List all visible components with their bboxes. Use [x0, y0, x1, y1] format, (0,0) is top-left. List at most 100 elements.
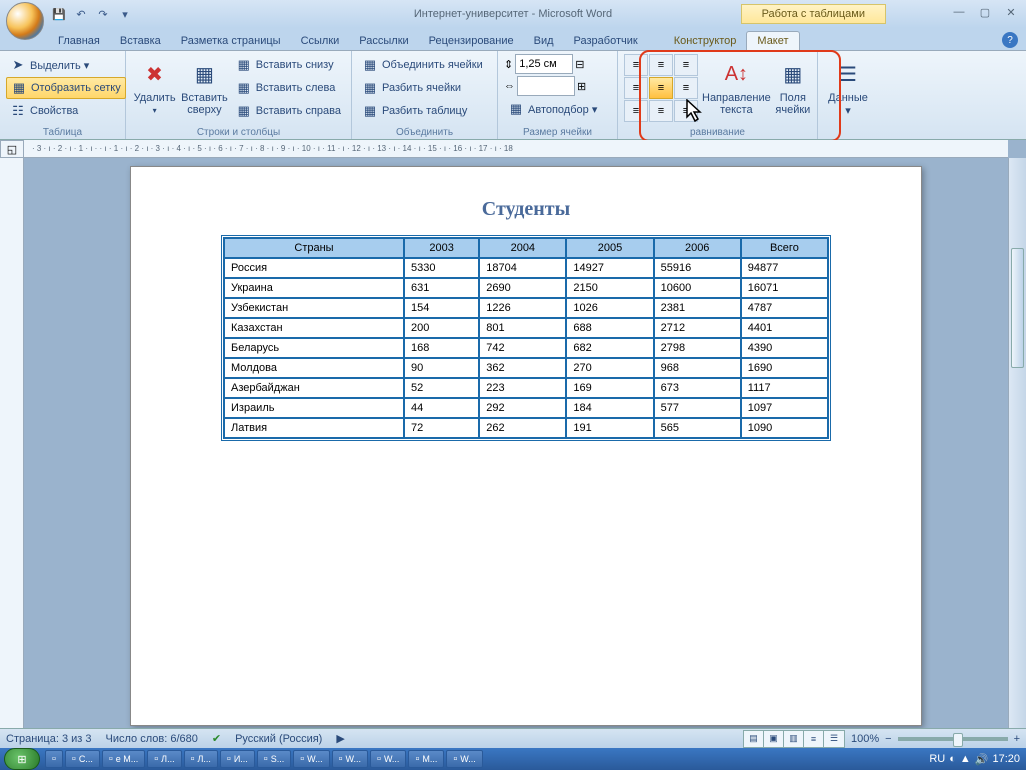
clock[interactable]: 17:20 — [992, 753, 1020, 765]
table-cell[interactable]: 1026 — [566, 298, 653, 318]
maximize-button[interactable]: ▢ — [976, 4, 994, 20]
align-bottom-left[interactable]: ≡ — [624, 100, 648, 122]
view-outline[interactable]: ≡ — [804, 731, 824, 747]
table-cell[interactable]: 2690 — [479, 278, 566, 298]
status-language[interactable]: Русский (Россия) — [235, 733, 322, 745]
table-cell[interactable]: 688 — [566, 318, 653, 338]
help-button[interactable]: ? — [1002, 32, 1018, 48]
lang-indicator[interactable]: RU — [929, 753, 945, 765]
view-draft[interactable]: ☰ — [824, 731, 844, 747]
col-header[interactable]: 2006 — [654, 238, 741, 258]
table-cell[interactable]: 18704 — [479, 258, 566, 278]
align-middle-center[interactable]: ≡ — [649, 77, 673, 99]
table-cell[interactable]: 1090 — [741, 418, 828, 438]
table-cell[interactable]: 4787 — [741, 298, 828, 318]
table-cell[interactable]: Казахстан — [224, 318, 404, 338]
table-cell[interactable]: 673 — [654, 378, 741, 398]
table-cell[interactable]: Беларусь — [224, 338, 404, 358]
tab-home[interactable]: Главная — [48, 32, 110, 50]
table-cell[interactable]: 262 — [479, 418, 566, 438]
col-width-input[interactable] — [517, 76, 575, 96]
table-cell[interactable]: 169 — [566, 378, 653, 398]
status-page[interactable]: Страница: 3 из 3 — [6, 733, 92, 745]
table-cell[interactable]: 2798 — [654, 338, 741, 358]
split-cells-button[interactable]: ▦Разбить ячейки — [358, 77, 487, 99]
vertical-scrollbar[interactable] — [1008, 158, 1026, 728]
table-cell[interactable]: 4401 — [741, 318, 828, 338]
tab-page-layout[interactable]: Разметка страницы — [171, 32, 291, 50]
taskbar-item[interactable]: ▫e M... — [102, 750, 145, 768]
autofit-button[interactable]: ▦Автоподбор ▾ — [504, 98, 601, 120]
tab-view[interactable]: Вид — [524, 32, 564, 50]
table-cell[interactable]: Узбекистан — [224, 298, 404, 318]
table-cell[interactable]: 577 — [654, 398, 741, 418]
view-full-screen[interactable]: ▣ — [764, 731, 784, 747]
col-header[interactable]: Всего — [741, 238, 828, 258]
show-grid-button[interactable]: ▦Отобразить сетку — [6, 77, 126, 99]
align-top-left[interactable]: ≡ — [624, 54, 648, 76]
zoom-level[interactable]: 100% — [851, 733, 879, 745]
row-height-input[interactable]: 1,25 см — [515, 54, 573, 74]
tray-icon[interactable]: ◐ — [949, 753, 956, 765]
align-middle-right[interactable]: ≡ — [674, 77, 698, 99]
table-cell[interactable]: 742 — [479, 338, 566, 358]
taskbar-item[interactable]: ▫ — [45, 750, 63, 768]
zoom-out[interactable]: − — [885, 733, 891, 745]
spellcheck-icon[interactable]: ✔ — [212, 732, 221, 745]
view-web[interactable]: ▥ — [784, 731, 804, 747]
table-cell[interactable]: 1226 — [479, 298, 566, 318]
table-cell[interactable]: 270 — [566, 358, 653, 378]
save-icon[interactable]: 💾 — [50, 5, 68, 23]
table-cell[interactable]: 184 — [566, 398, 653, 418]
col-header[interactable]: Страны — [224, 238, 404, 258]
close-button[interactable]: ✕ — [1002, 4, 1020, 20]
qat-more-icon[interactable]: ▾ — [116, 5, 134, 23]
taskbar-item[interactable]: ▫W... — [332, 750, 368, 768]
table-cell[interactable]: 191 — [566, 418, 653, 438]
zoom-in[interactable]: + — [1014, 733, 1020, 745]
taskbar-item[interactable]: ▫Л... — [184, 750, 218, 768]
start-button[interactable]: ⊞ — [4, 748, 40, 770]
table-cell[interactable]: 292 — [479, 398, 566, 418]
table-cell[interactable]: 14927 — [566, 258, 653, 278]
align-top-right[interactable]: ≡ — [674, 54, 698, 76]
table-cell[interactable]: 52 — [404, 378, 479, 398]
insert-below-button[interactable]: ▦Вставить снизу — [232, 54, 345, 76]
table-cell[interactable]: Украина — [224, 278, 404, 298]
table-cell[interactable]: 2150 — [566, 278, 653, 298]
table-cell[interactable]: 1117 — [741, 378, 828, 398]
taskbar-item[interactable]: ▫И... — [220, 750, 255, 768]
distribute-rows-icon[interactable]: ⊟ — [575, 58, 584, 71]
taskbar-item[interactable]: ▫W... — [446, 750, 482, 768]
col-header[interactable]: 2003 — [404, 238, 479, 258]
insert-left-button[interactable]: ▦Вставить слева — [232, 77, 345, 99]
distribute-cols-icon[interactable]: ⊞ — [577, 80, 586, 93]
col-header[interactable]: 2005 — [566, 238, 653, 258]
tray-icon[interactable]: ▲ — [960, 753, 971, 765]
align-middle-left[interactable]: ≡ — [624, 77, 648, 99]
table-cell[interactable]: 200 — [404, 318, 479, 338]
table-cell[interactable]: 2712 — [654, 318, 741, 338]
table-cell[interactable]: 1690 — [741, 358, 828, 378]
table-cell[interactable]: 801 — [479, 318, 566, 338]
table-cell[interactable]: 90 — [404, 358, 479, 378]
table-cell[interactable]: 168 — [404, 338, 479, 358]
table-cell[interactable]: Латвия — [224, 418, 404, 438]
taskbar-item[interactable]: ▫M... — [408, 750, 444, 768]
table-cell[interactable]: Азербайджан — [224, 378, 404, 398]
tray-icon[interactable]: 🔊 — [975, 753, 989, 766]
table-cell[interactable]: 968 — [654, 358, 741, 378]
taskbar-item[interactable]: ▫C... — [65, 750, 100, 768]
taskbar-item[interactable]: ▫Л... — [147, 750, 181, 768]
ruler-corner[interactable]: ◱ — [0, 140, 24, 158]
data-button[interactable]: ☰Данные ▾ — [824, 54, 872, 139]
macro-icon[interactable]: ▶ — [336, 732, 344, 745]
horizontal-ruler[interactable]: · 3 · ı · 2 · ı · 1 · ı · · ı · 1 · ı · … — [24, 140, 1008, 158]
align-bottom-center[interactable]: ≡ — [649, 100, 673, 122]
tab-references[interactable]: Ссылки — [291, 32, 350, 50]
table-cell[interactable]: Россия — [224, 258, 404, 278]
minimize-button[interactable]: — — [950, 4, 968, 20]
redo-icon[interactable]: ↷ — [94, 5, 112, 23]
table-cell[interactable]: 565 — [654, 418, 741, 438]
table-cell[interactable]: 44 — [404, 398, 479, 418]
